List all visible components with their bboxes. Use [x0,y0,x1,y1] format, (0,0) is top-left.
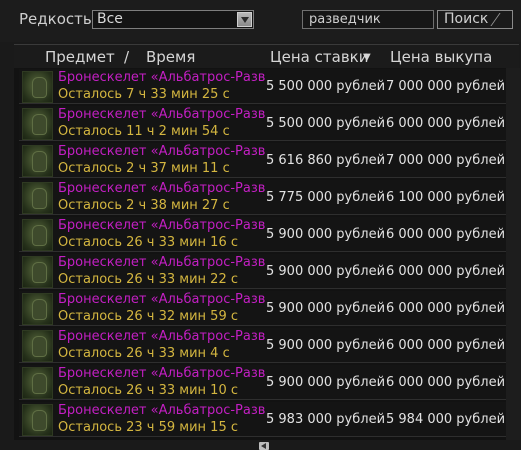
rarity-selected-value: Все [97,11,123,27]
exoskeleton-icon [22,108,53,140]
search-button-label: Поиск [444,11,489,27]
chevron-left-icon[interactable] [259,442,269,450]
lot-buyout: 6 000 000 рублей [386,116,506,131]
lot-row[interactable]: Бронескелет «Альбатрос-Развед... Осталос… [19,106,506,141]
exoskeleton-icon [22,145,53,177]
column-separator: / [124,48,130,66]
lot-bid: 5 900 000 рублей [266,264,386,279]
lot-buyout: 6 000 000 рублей [386,338,506,353]
column-bid-price[interactable]: Цена ставки [270,48,368,66]
lot-bid: 5 900 000 рублей [266,338,386,353]
lot-bid: 5 900 000 рублей [266,227,386,242]
lot-row[interactable]: Бронескелет «Альбатрос-Развед... Осталос… [19,143,506,178]
lot-time-left: Осталось 23 ч 59 мин 15 с [58,420,238,435]
lot-row[interactable]: Бронескелет «Альбатрос-Развед... Осталос… [19,217,506,252]
exoskeleton-icon [22,71,53,103]
lot-time-left: Осталось 2 ч 37 мин 11 с [58,161,230,176]
lot-buyout: 7 000 000 рублей [386,153,506,168]
search-button[interactable]: Поиск [437,10,514,29]
lot-name: Бронескелет «Альбатрос-Развед... [58,107,266,122]
lot-row[interactable]: Бронескелет «Альбатрос-Развед... Осталос… [19,254,506,289]
exoskeleton-icon [22,219,53,251]
lot-time-left: Осталось 26 ч 33 мин 4 с [58,346,230,361]
lot-bid: 5 900 000 рублей [266,375,386,390]
lot-time-left: Осталось 26 ч 33 мин 10 с [58,383,238,398]
lot-row[interactable]: Бронескелет «Альбатрос-Развед... Осталос… [19,180,506,215]
lot-name: Бронескелет «Альбатрос-Развед... [58,329,266,344]
lot-name: Бронескелет «Альбатрос-Развед... [58,255,266,270]
lot-buyout: 6 000 000 рублей [386,301,506,316]
lot-bid: 5 900 000 рублей [266,301,386,316]
scrollbar[interactable] [506,68,520,440]
lot-row[interactable]: Бронескелет «Альбатрос-Развед... Осталос… [19,365,506,400]
column-buyout-price[interactable]: Цена выкупа [390,48,492,66]
lot-time-left: Осталось 2 ч 38 мин 27 с [58,198,230,213]
exoskeleton-icon [22,367,53,399]
lot-time-left: Осталось 26 ч 33 мин 16 с [58,235,238,250]
lot-time-left: Осталось 26 ч 33 мин 22 с [58,272,238,287]
lot-time-left: Осталось 7 ч 33 мин 25 с [58,87,230,102]
lot-row[interactable]: Бронескелет «Альбатрос-Развед... Осталос… [19,328,506,363]
lot-time-left: Осталось 11 ч 2 мин 54 с [58,124,230,139]
column-item[interactable]: Предмет [45,48,115,66]
exoskeleton-icon [22,256,53,288]
lot-name: Бронескелет «Альбатрос-Развед... [58,70,266,85]
lot-name: Бронескелет «Альбатрос-Развед... [58,292,266,307]
lot-list[interactable]: Бронескелет «Альбатрос-Развед... Осталос… [14,68,506,440]
lot-name: Бронескелет «Альбатрос-Развед... [58,366,266,381]
lot-bid: 5 616 860 рублей [266,153,386,168]
lot-buyout: 6 000 000 рублей [386,227,506,242]
exoskeleton-icon [22,404,53,436]
lot-name: Бронескелет «Альбатрос-Развед... [58,181,266,196]
lot-row[interactable]: Бронескелет «Альбатрос-Развед... Осталос… [19,291,506,326]
exoskeleton-icon [22,182,53,214]
lot-name: Бронескелет «Альбатрос-Развед... [58,218,266,233]
lot-name: Бронескелет «Альбатрос-Развед... [58,403,266,418]
filter-bar: Редкость Все Поиск [0,0,521,42]
column-header: Предмет / Время Цена ставки ▼ Цена выкуп… [14,44,519,68]
lot-buyout: 6 000 000 рублей [386,375,506,390]
chevron-down-icon[interactable] [237,12,252,27]
lot-bid: 5 500 000 рублей [266,79,386,94]
rarity-dropdown[interactable]: Все [92,10,254,29]
lot-row[interactable]: Бронескелет «Альбатрос-Развед... Осталос… [19,402,506,437]
search-input[interactable] [302,10,434,29]
lot-buyout: 6 100 000 рублей [386,190,506,205]
lot-buyout: 5 984 000 рублей [386,412,506,427]
exoskeleton-icon [22,330,53,362]
lot-time-left: Осталось 26 ч 32 мин 59 с [58,309,238,324]
lot-name: Бронескелет «Альбатрос-Развед... [58,144,266,159]
lot-bid: 5 500 000 рублей [266,116,386,131]
rarity-label: Редкость [19,10,92,28]
slash-decoration-icon [490,13,514,26]
lot-bid: 5 983 000 рублей [266,412,386,427]
exoskeleton-icon [22,293,53,325]
lot-row[interactable]: Бронескелет «Альбатрос-Развед... Осталос… [19,69,506,104]
column-time[interactable]: Время [146,48,195,66]
lot-bid: 5 775 000 рублей [266,190,386,205]
lot-buyout: 6 000 000 рублей [386,264,506,279]
sort-down-icon: ▼ [363,52,371,63]
lot-buyout: 7 000 000 рублей [386,79,506,94]
